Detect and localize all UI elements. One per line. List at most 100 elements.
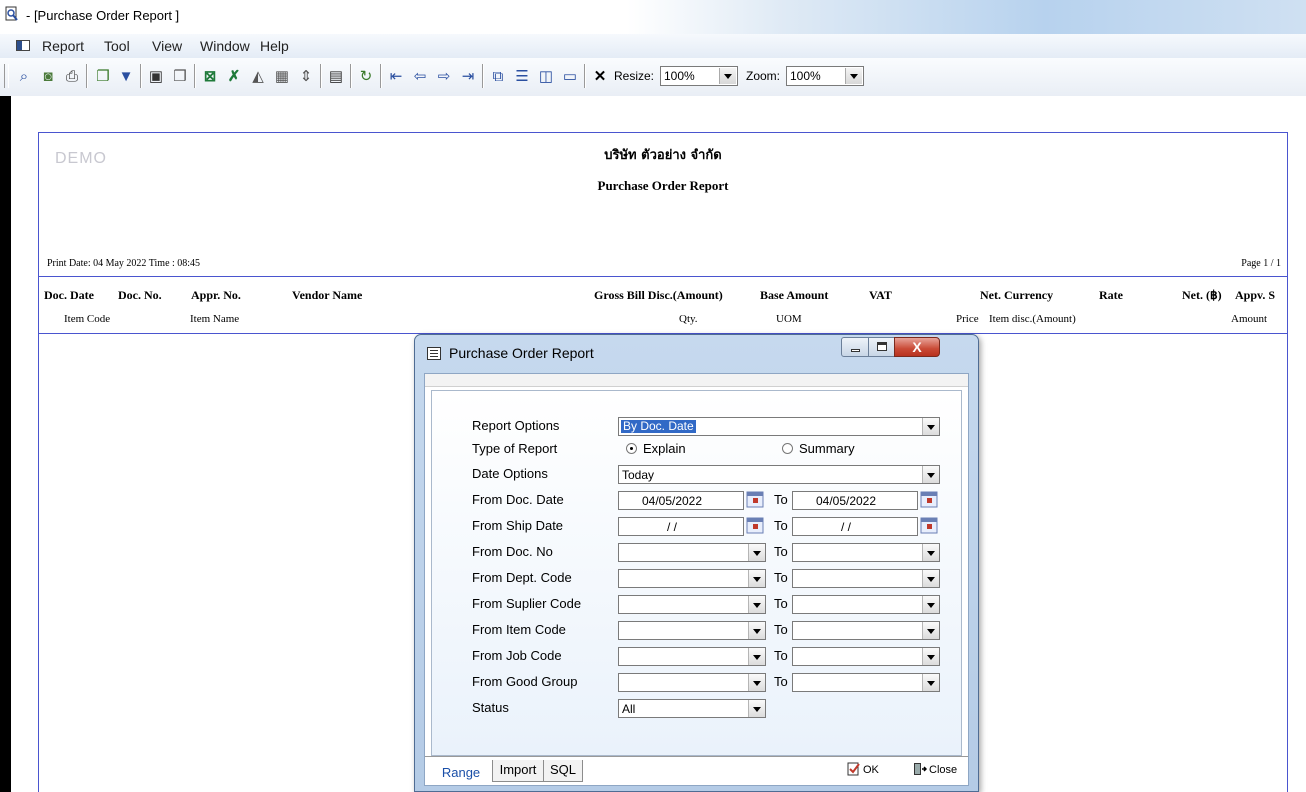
chevron-down-icon[interactable] (748, 674, 765, 691)
ship-date-to-input[interactable]: / / (792, 517, 918, 536)
date-options-select[interactable]: Today (618, 465, 940, 484)
calendar-icon[interactable] (746, 517, 764, 534)
copy-icon[interactable]: ❐ (93, 66, 113, 86)
chevron-down-icon[interactable] (719, 68, 736, 84)
next-page-icon[interactable]: ⇨ (434, 66, 454, 86)
chevron-down-icon[interactable] (748, 570, 765, 587)
window-icon[interactable]: ▭ (560, 66, 580, 86)
rows-icon[interactable]: ☰ (512, 66, 532, 86)
doc-no-to-select[interactable] (792, 543, 940, 562)
open-icon[interactable]: ❒ (170, 66, 190, 86)
chevron-down-icon[interactable] (922, 544, 939, 561)
zoom-icon[interactable]: ◙ (38, 66, 58, 86)
report-options-select[interactable]: By Doc. Date (618, 417, 940, 436)
item-code-from-select[interactable] (618, 621, 766, 640)
minimize-button[interactable] (841, 337, 869, 357)
fit-icon[interactable]: ⇕ (296, 66, 316, 86)
calendar-icon[interactable] (920, 491, 938, 508)
supplier-code-from-select[interactable] (618, 595, 766, 614)
to-label: To (774, 492, 788, 507)
menu-report[interactable]: Report (42, 38, 84, 54)
to-label: To (774, 622, 788, 637)
toolbar-separator (350, 64, 352, 88)
prev-page-icon[interactable]: ⇦ (410, 66, 430, 86)
doc-no-from-select[interactable] (618, 543, 766, 562)
chevron-down-icon[interactable] (748, 648, 765, 665)
tile-icon[interactable]: ⧉ (488, 66, 508, 86)
date-options-value: Today (622, 468, 655, 482)
purchase-order-dialog[interactable]: Purchase Order Report X Report Options B… (414, 334, 979, 792)
summary-radio[interactable]: Summary (782, 441, 882, 457)
ship-date-from-input[interactable]: / / (618, 517, 744, 536)
zoom-label: Zoom: (746, 69, 781, 83)
chevron-down-icon[interactable] (845, 68, 862, 84)
status-select[interactable]: All (618, 699, 766, 718)
columns-icon[interactable]: ◫ (536, 66, 556, 86)
zoom-page-icon[interactable]: ⌕ (14, 66, 34, 86)
maximize-button[interactable] (868, 337, 895, 357)
print-icon[interactable]: ⎙ (62, 66, 82, 86)
col-doc-date: Doc. Date (44, 288, 94, 302)
doc-date-to-input[interactable]: 04/05/2022 (792, 491, 918, 510)
type-of-report-label: Type of Report (472, 441, 558, 456)
chevron-down-icon[interactable] (748, 596, 765, 613)
toolbar: ⌕ ◙ ⎙ ❐ ▼ ▣ ❒ ⊠ ✗ ◭ ▦ ⇕ ▤ ↻ ⇤ ⇦ ⇨ ⇥ ⧉ ☰ … (0, 58, 1306, 97)
dept-code-to-select[interactable] (792, 569, 940, 588)
toolbar-separator (86, 64, 88, 88)
save-icon[interactable]: ▣ (146, 66, 166, 86)
calculator-icon[interactable]: ▤ (326, 66, 346, 86)
col-uom: UOM (776, 313, 802, 325)
col-net-baht: Net. (฿) (1182, 288, 1222, 302)
grid-icon[interactable]: ▦ (272, 66, 292, 86)
chevron-down-icon[interactable] (922, 596, 939, 613)
excel-icon[interactable]: ⊠ (200, 66, 220, 86)
dept-code-from-select[interactable] (618, 569, 766, 588)
chevron-down-icon[interactable] (922, 418, 939, 435)
close-icon[interactable]: ✕ (590, 66, 610, 86)
good-group-to-select[interactable] (792, 673, 940, 692)
job-code-from-select[interactable] (618, 647, 766, 666)
col-vendor-name: Vendor Name (292, 288, 363, 302)
chevron-down-icon[interactable] (922, 674, 939, 691)
first-page-icon[interactable]: ⇤ (386, 66, 406, 86)
chevron-down-icon[interactable] (922, 466, 939, 483)
tab-import[interactable]: Import (492, 760, 544, 782)
chevron-down-icon[interactable] (922, 570, 939, 587)
job-code-to-select[interactable] (792, 647, 940, 666)
chevron-down-icon[interactable] (748, 700, 765, 717)
menu-bar: Report Tool View Window Help (0, 34, 1306, 59)
mdi-window-icon[interactable] (16, 40, 30, 51)
chart-icon[interactable]: ◭ (248, 66, 268, 86)
calendar-icon[interactable] (920, 517, 938, 534)
resize-select[interactable]: 100% (660, 66, 738, 86)
chevron-down-icon[interactable] (922, 648, 939, 665)
close-button[interactable]: X (894, 337, 940, 357)
menu-tool[interactable]: Tool (104, 38, 130, 54)
excel-export-icon[interactable]: ✗ (224, 66, 244, 86)
supplier-code-to-select[interactable] (792, 595, 940, 614)
refresh-icon[interactable]: ↻ (356, 66, 376, 86)
menu-help[interactable]: Help (260, 38, 289, 54)
zoom-select[interactable]: 100% (786, 66, 864, 86)
menu-view[interactable]: View (152, 38, 182, 54)
toolbar-grip[interactable] (4, 64, 9, 88)
ok-label: OK (863, 764, 879, 776)
ok-button[interactable]: OK (847, 760, 883, 780)
last-page-icon[interactable]: ⇥ (458, 66, 478, 86)
item-code-label: From Item Code (472, 622, 566, 637)
close-dialog-button[interactable]: Close (913, 760, 963, 780)
filter-icon[interactable]: ▼ (116, 66, 136, 86)
doc-no-label: From Doc. No (472, 544, 553, 559)
menu-window[interactable]: Window (200, 38, 250, 54)
chevron-down-icon[interactable] (922, 622, 939, 639)
calendar-icon[interactable] (746, 491, 764, 508)
chevron-down-icon[interactable] (748, 622, 765, 639)
dialog-strip (425, 374, 968, 387)
explain-radio[interactable]: Explain (626, 441, 716, 457)
item-code-to-select[interactable] (792, 621, 940, 640)
tab-range[interactable]: Range (431, 760, 491, 782)
doc-date-from-input[interactable]: 04/05/2022 (618, 491, 744, 510)
tab-sql[interactable]: SQL (543, 760, 583, 782)
good-group-from-select[interactable] (618, 673, 766, 692)
chevron-down-icon[interactable] (748, 544, 765, 561)
